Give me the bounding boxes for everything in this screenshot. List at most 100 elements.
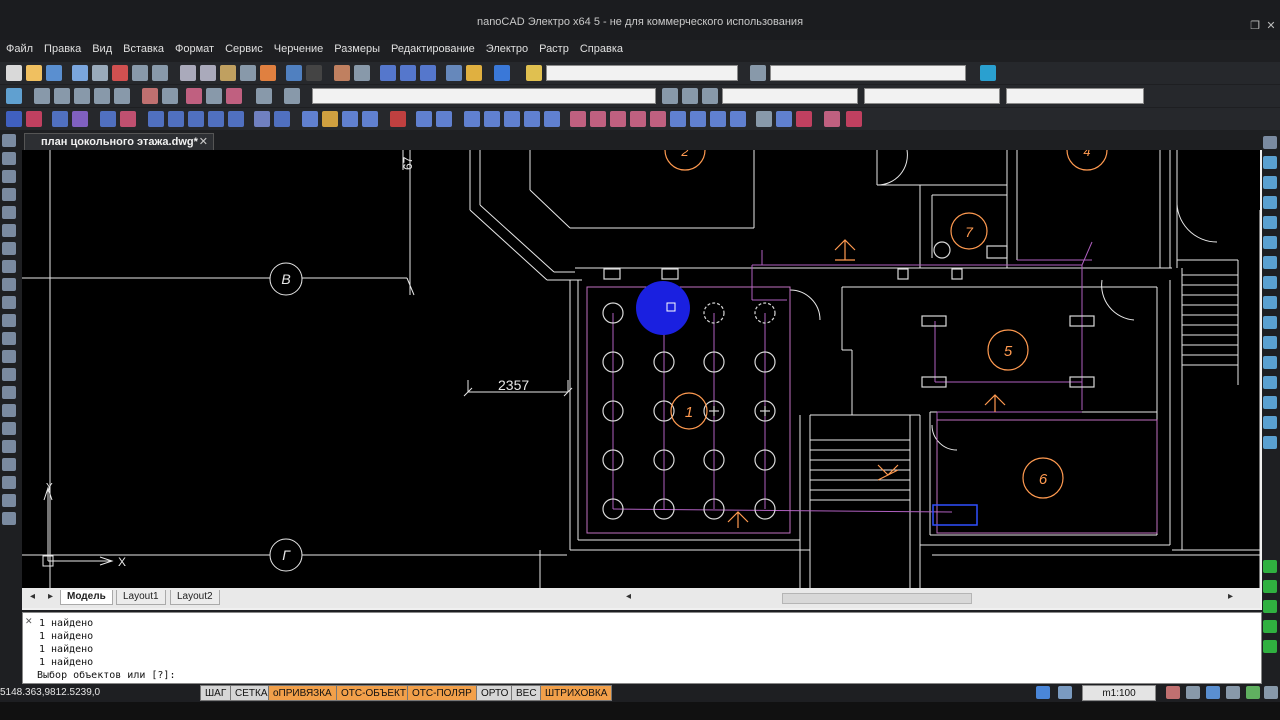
electro-route-icon[interactable] [302,111,318,127]
mirror-tool-icon[interactable] [1263,176,1277,189]
electro-legend-icon[interactable] [710,111,726,127]
electro-project-icon[interactable] [6,111,22,127]
electro-lighting-icon[interactable] [322,111,338,127]
measure-icon[interactable] [54,88,70,104]
settings-status-icon[interactable] [1264,686,1278,699]
menu-help[interactable]: Справка [574,40,628,55]
layer-state-select[interactable] [312,88,656,104]
gradient-tool-icon[interactable] [2,386,16,399]
restore-icon[interactable]: ❐ [1248,20,1262,32]
electro-list-icon[interactable] [464,111,480,127]
electro-green5-icon[interactable] [1263,640,1277,653]
electro-green2-icon[interactable] [1263,580,1277,593]
electro-label-icon[interactable] [670,111,686,127]
chamfer-tool-icon[interactable] [1263,396,1277,409]
rectangle-tool-icon[interactable] [2,206,16,219]
tab-layout1[interactable]: Layout1 [116,590,166,605]
electro-spec-icon[interactable] [484,111,500,127]
text-style-select[interactable] [770,65,966,81]
copy-tool-icon[interactable] [1263,156,1277,169]
toggle-grid[interactable]: СЕТКА [230,685,273,701]
line-tool-icon[interactable] [2,134,16,147]
electro-protection-icon[interactable] [390,111,406,127]
polygon-tool-icon[interactable] [2,224,16,237]
point-tool-icon[interactable] [2,314,16,327]
move-tool-icon[interactable] [1263,236,1277,249]
lineweight-select[interactable] [1006,88,1144,104]
layers-icon[interactable] [6,88,22,104]
electro-lamp-icon[interactable] [120,111,136,127]
snap-icon[interactable] [34,88,50,104]
tab-model[interactable]: Модель [60,590,113,605]
block-icon[interactable] [186,88,202,104]
electro-room-icon[interactable] [254,111,270,127]
electro-socket-icon[interactable] [148,111,164,127]
electro-check-icon[interactable] [796,111,812,127]
electro-stamp-icon[interactable] [544,111,560,127]
electro-find-icon[interactable] [730,111,746,127]
ellipse-tool-icon[interactable] [2,260,16,273]
electro-table-icon[interactable] [274,111,290,127]
drawing-canvas[interactable]: 2357 67 В Г 1 2 4 5 6 7 Y X [22,129,1261,588]
linetype-select[interactable] [864,88,1000,104]
redo-icon[interactable] [306,65,322,81]
menu-format[interactable]: Формат [169,40,219,55]
horizontal-scrollbar[interactable] [782,593,972,604]
color-icon[interactable] [662,88,678,104]
electro-box-icon[interactable] [188,111,204,127]
zoom-window-icon[interactable] [380,65,396,81]
annotation-scale[interactable]: m1:100 [1082,685,1156,701]
coordinates-icon[interactable] [114,88,130,104]
rotate-icon[interactable] [74,88,90,104]
zoom-previous-icon[interactable] [420,65,436,81]
electro-green-icon[interactable] [1263,560,1277,573]
menu-view[interactable]: Вид [86,40,117,55]
leader-tool-icon[interactable] [2,512,16,525]
revision-cloud-tool-icon[interactable] [2,422,16,435]
electro-options-icon[interactable] [756,111,772,127]
electro-cable-icon[interactable] [208,111,224,127]
refresh-status-icon[interactable] [1246,686,1260,699]
dimension-tool-icon[interactable] [2,494,16,507]
electro-report-icon[interactable] [72,111,88,127]
electro-link-icon[interactable] [416,111,432,127]
electro-riser-icon[interactable] [590,111,606,127]
break-tool-icon[interactable] [1263,356,1277,369]
preview-icon[interactable] [92,65,108,81]
toggle-otrack-polar[interactable]: ОТС-ПОЛЯР [407,685,477,701]
zoom-icon[interactable] [1186,686,1200,699]
paste-icon[interactable] [220,65,236,81]
extend-tool-icon[interactable] [1263,336,1277,349]
model-space-icon[interactable] [1036,686,1050,699]
electro-bus-icon[interactable] [650,111,666,127]
hatch-tool-icon[interactable] [2,278,16,291]
electro-tray-icon[interactable] [228,111,244,127]
color-select[interactable] [722,88,858,104]
layer-manager-icon[interactable] [526,65,542,81]
electro-group-icon[interactable] [362,111,378,127]
array-tool-icon[interactable] [1263,216,1277,229]
document-tab[interactable]: план цокольного этажа.dwg* ✕ [24,133,214,150]
arc-icon[interactable] [162,88,178,104]
tab-layout2[interactable]: Layout2 [170,590,220,605]
electro-calc-icon[interactable] [342,111,358,127]
electro-settings-icon[interactable] [846,111,862,127]
electro-green4-icon[interactable] [1263,620,1277,633]
zoom-extents-status-icon[interactable] [1226,686,1240,699]
electro-mark-icon[interactable] [690,111,706,127]
mtext-tool-icon[interactable] [2,458,16,471]
zoom-extents-icon[interactable] [400,65,416,81]
electro-sheet-icon[interactable] [524,111,540,127]
linetype-icon[interactable] [682,88,698,104]
menu-file[interactable]: Файл [0,40,38,55]
dim-style-icon[interactable] [980,65,996,81]
annotation-visibility-icon[interactable] [1166,686,1180,699]
text-style-icon[interactable] [750,65,766,81]
plot-icon[interactable] [132,65,148,81]
grid-icon[interactable] [94,88,110,104]
lineweight-icon[interactable] [702,88,718,104]
publish-icon[interactable] [112,65,128,81]
zoom-realtime-icon[interactable] [354,65,370,81]
undo-icon[interactable] [286,65,302,81]
pencil-icon[interactable] [466,65,482,81]
